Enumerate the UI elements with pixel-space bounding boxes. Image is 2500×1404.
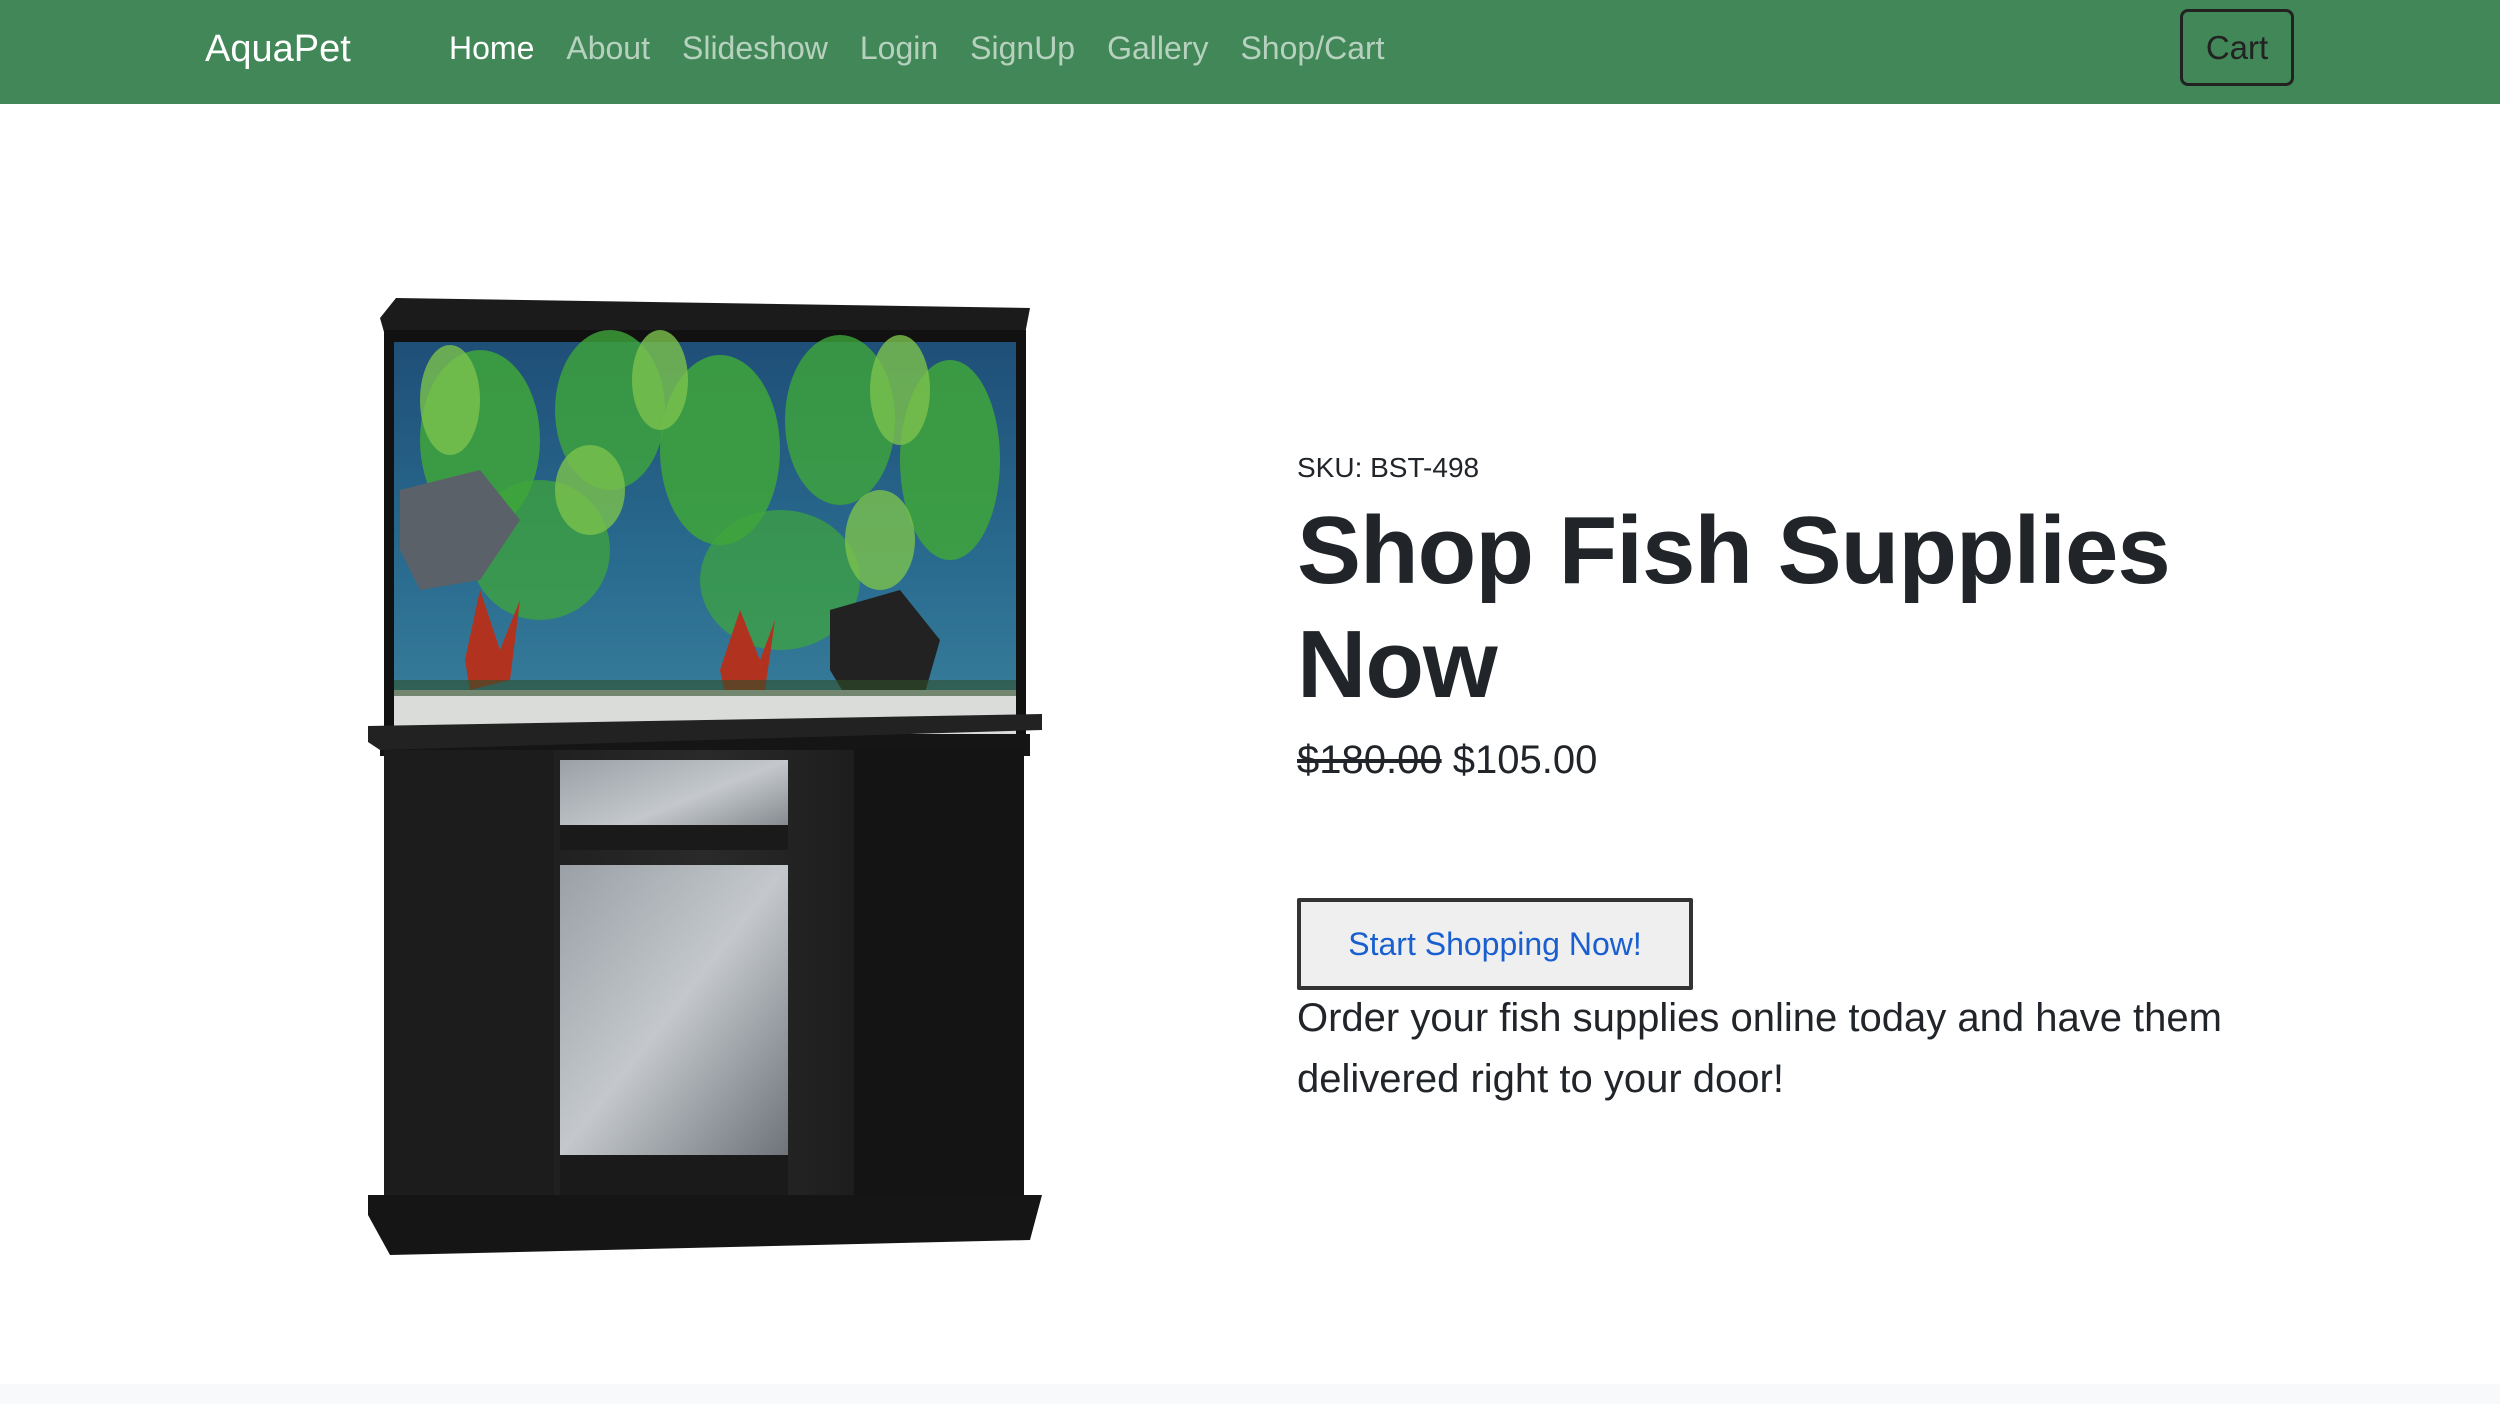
new-price: $105.00 xyxy=(1452,738,1598,782)
nav-links: Home About Slideshow Login SignUp Galler… xyxy=(449,25,1401,71)
page-title: Shop Fish Supplies Now xyxy=(1297,497,2171,718)
bottom-divider xyxy=(0,1384,2500,1404)
product-description: Order your fish supplies online today an… xyxy=(1297,996,2222,1101)
old-price: $180.00 xyxy=(1297,738,1442,782)
product-details: SKU: BST-498 Shop Fish Supplies Now $180… xyxy=(1297,448,2257,1101)
product-image xyxy=(360,290,1060,1300)
nav-link-signup[interactable]: SignUp xyxy=(954,25,1091,71)
nav-link-home[interactable]: Home xyxy=(449,25,550,71)
brand-logo[interactable]: AquaPet xyxy=(205,22,351,76)
cart-button[interactable]: Cart xyxy=(2180,9,2294,86)
nav-link-login[interactable]: Login xyxy=(844,25,954,71)
product-price: $180.00 $105.00 xyxy=(1297,732,2257,788)
product-sku: SKU: BST-498 xyxy=(1297,452,1480,483)
navbar: AquaPet Home About Slideshow Login SignU… xyxy=(0,0,2500,104)
nav-link-gallery[interactable]: Gallery xyxy=(1091,25,1224,71)
start-shopping-button[interactable]: Start Shopping Now! xyxy=(1297,898,1693,990)
nav-link-shop-cart[interactable]: Shop/Cart xyxy=(1224,25,1400,71)
nav-link-slideshow[interactable]: Slideshow xyxy=(666,25,844,71)
nav-link-about[interactable]: About xyxy=(550,25,666,71)
